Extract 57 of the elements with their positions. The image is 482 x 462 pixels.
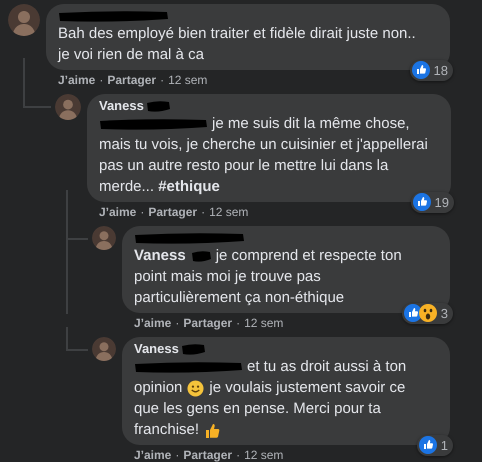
- timestamp[interactable]: 12 sem: [209, 203, 248, 221]
- reaction-badge[interactable]: 19: [410, 192, 454, 213]
- separator-dot: ·: [175, 315, 180, 332]
- mention-link[interactable]: Vaness: [134, 245, 186, 268]
- like-reaction-icon: [418, 436, 437, 454]
- timestamp[interactable]: 12 sem: [244, 314, 284, 332]
- avatar[interactable]: [8, 4, 40, 36]
- share-link[interactable]: Partager: [183, 446, 232, 462]
- timestamp[interactable]: 12 sem: [244, 446, 284, 462]
- reaction-badge[interactable]: 18: [410, 60, 453, 81]
- share-link[interactable]: Partager: [148, 203, 198, 221]
- like-reaction-icon: [412, 61, 430, 80]
- comment-text: je comprend et respecte ton: [216, 246, 402, 266]
- comment-text: franchise!: [134, 420, 200, 440]
- separator-dot: ·: [99, 72, 104, 89]
- thumbs-up-icon: [204, 422, 220, 439]
- reaction-badge[interactable]: 1: [416, 434, 453, 456]
- like-link[interactable]: J’aime: [58, 71, 96, 89]
- comment-text: je voi rien de mal à ca: [58, 45, 204, 66]
- avatar[interactable]: [92, 337, 116, 361]
- separator-dot: ·: [140, 204, 144, 221]
- author-name[interactable]: Vaness: [134, 339, 179, 359]
- timestamp[interactable]: 12 sem: [168, 71, 208, 89]
- wow-reaction-icon: [418, 304, 437, 322]
- separator-dot: ·: [201, 204, 206, 221]
- comment-text: mais tu vois, je cherche un cuisinier et j'appellerai: [99, 135, 428, 156]
- comment-text: que les gens en pense. Merci pour ta: [134, 399, 381, 420]
- comment-text: particulièrement ça non-éthique: [134, 288, 344, 308]
- like-link[interactable]: J’aime: [134, 446, 172, 462]
- like-reaction-icon: [404, 304, 422, 322]
- reaction-count: 18: [434, 62, 448, 80]
- reaction-count: 19: [434, 194, 449, 212]
- author-name[interactable]: Vaness: [99, 96, 144, 116]
- redaction-mark: [190, 250, 211, 263]
- like-reaction-icon: [412, 193, 431, 212]
- share-link[interactable]: Partager: [107, 71, 156, 89]
- comment-text: point mais moi je trouve pas: [134, 267, 321, 288]
- separator-dot: ·: [175, 447, 180, 462]
- avatar[interactable]: [92, 226, 116, 250]
- separator-dot: ·: [160, 72, 164, 89]
- comment-text: Bah des employé bien traiter et fidèle dirait juste non..: [58, 24, 416, 44]
- separator-dot: ·: [236, 447, 240, 462]
- reaction-badge[interactable]: 3: [402, 302, 453, 324]
- avatar[interactable]: [55, 94, 81, 120]
- like-link[interactable]: J’aime: [99, 203, 136, 221]
- comment-text: pas un autre resto pour le mettre lui dans la: [99, 156, 388, 176]
- comment-text: opinion: [134, 378, 182, 398]
- separator-dot: ·: [236, 315, 240, 332]
- comment-text: et tu as droit aussi à ton: [247, 357, 406, 378]
- smiley-icon: [187, 380, 204, 397]
- reaction-count: 3: [440, 304, 448, 322]
- comment-text: je me suis dit la même chose,: [212, 114, 410, 134]
- like-link[interactable]: J’aime: [134, 314, 172, 332]
- reaction-count: 1: [440, 436, 448, 454]
- comment-text: je voulais justement savoir ce: [209, 378, 406, 398]
- comment-text: merde... #ethique: [99, 177, 220, 198]
- share-link[interactable]: Partager: [183, 314, 232, 332]
